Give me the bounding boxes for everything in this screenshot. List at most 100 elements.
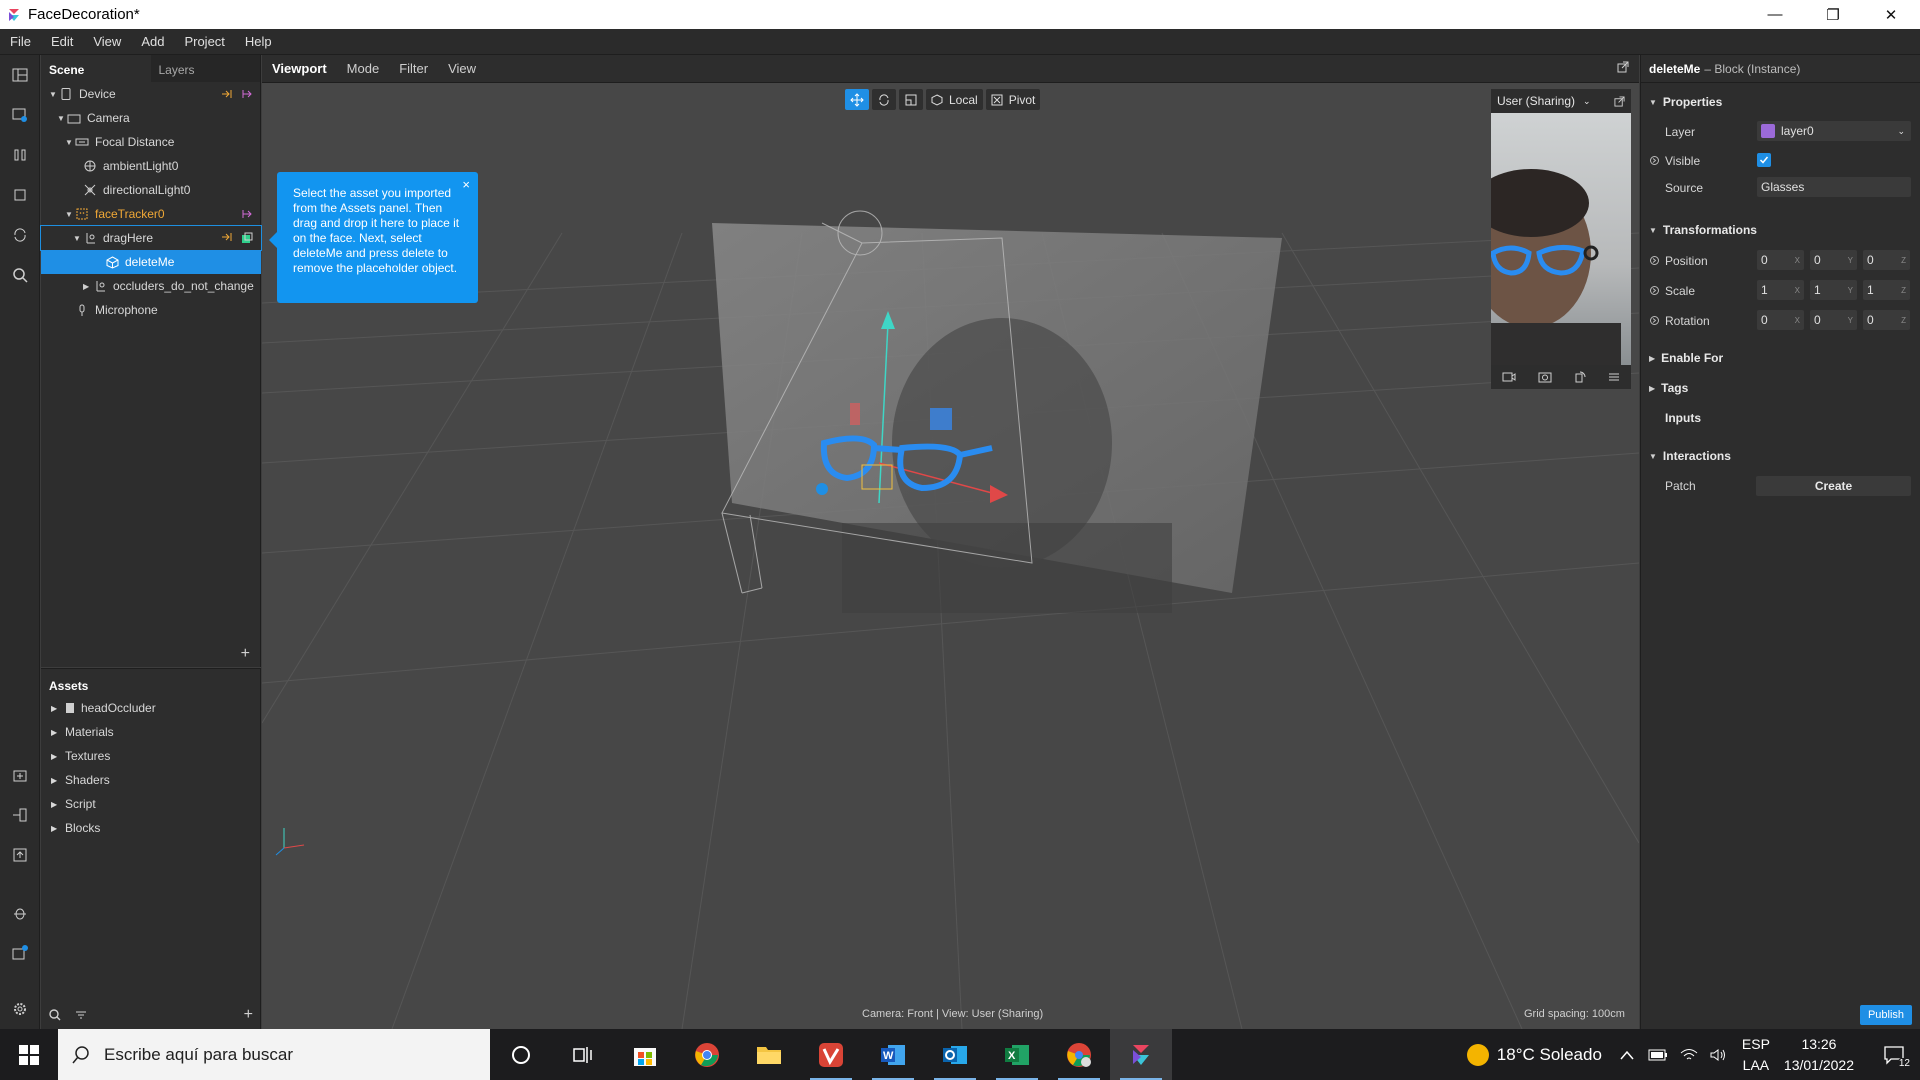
tab-layers[interactable]: Layers <box>150 55 260 82</box>
task-view-button[interactable] <box>552 1029 614 1080</box>
filter-icon[interactable] <box>75 1010 87 1020</box>
send-to-device-icon[interactable] <box>10 805 30 825</box>
scale-x-field[interactable]: 1X <box>1757 280 1804 300</box>
wifi-icon[interactable] <box>1680 1048 1698 1062</box>
clock[interactable]: 13:26 13/01/2022 <box>1784 1034 1854 1076</box>
popout-icon[interactable] <box>1617 61 1629 73</box>
weather-widget[interactable]: 18°C Soleado <box>1466 1043 1602 1066</box>
scene-icon[interactable] <box>10 105 30 125</box>
visible-checkbox[interactable] <box>1757 153 1771 167</box>
chevron-up-icon[interactable] <box>1620 1050 1634 1060</box>
search-icon[interactable] <box>10 265 30 285</box>
publish-button[interactable]: Publish <box>1860 1005 1912 1025</box>
tab-mode[interactable]: Mode <box>337 61 390 76</box>
menu-add[interactable]: Add <box>131 34 174 49</box>
connect-arrow-icon[interactable] <box>1649 315 1659 325</box>
caret-down-icon[interactable]: ▼ <box>57 114 67 123</box>
asset-item-textures[interactable]: ▶ Textures <box>41 744 261 768</box>
upload-icon[interactable] <box>10 845 30 865</box>
scale-z-field[interactable]: 1Z <box>1863 280 1910 300</box>
section-inputs[interactable]: Inputs <box>1665 411 1701 425</box>
connect-arrow-icon[interactable] <box>1649 285 1659 295</box>
tab-view[interactable]: View <box>438 61 486 76</box>
asset-item-head-occluder[interactable]: ▶ headOccluder <box>41 696 261 720</box>
caret-down-icon[interactable]: ▼ <box>65 210 75 219</box>
settings-gear-icon[interactable] <box>10 999 30 1019</box>
battery-icon[interactable] <box>1648 1049 1668 1061</box>
output-icon[interactable] <box>241 209 253 219</box>
block-link-icon[interactable] <box>241 232 253 244</box>
caret-down-icon[interactable]: ▼ <box>73 234 83 243</box>
section-properties[interactable]: ▼ Properties <box>1649 95 1722 109</box>
connect-arrow-icon[interactable] <box>1649 155 1659 165</box>
asset-item-blocks[interactable]: ▶ Blocks <box>41 816 261 840</box>
add-asset-button[interactable]: + <box>244 1006 253 1024</box>
caret-right-icon[interactable]: ▶ <box>51 728 65 737</box>
tab-viewport[interactable]: Viewport <box>262 61 337 76</box>
position-x-field[interactable]: 0X <box>1757 250 1804 270</box>
caret-right-icon[interactable]: ▶ <box>83 282 93 291</box>
tree-item-focal-distance[interactable]: ▼ Focal Distance <box>41 130 261 154</box>
section-interactions[interactable]: ▼ Interactions <box>1649 449 1731 463</box>
rotate-tool-button[interactable] <box>872 89 896 110</box>
bug-icon[interactable] <box>10 903 30 923</box>
maximize-button[interactable]: ❐ <box>1804 0 1862 29</box>
rotate-device-icon[interactable] <box>1574 371 1586 383</box>
scale-tool-button[interactable] <box>899 89 923 110</box>
close-button[interactable]: ✕ <box>1862 0 1920 29</box>
refresh-icon[interactable] <box>10 225 30 245</box>
position-z-field[interactable]: 0Z <box>1863 250 1910 270</box>
layout-icon[interactable] <box>10 65 30 85</box>
pivot-toggle-button[interactable]: Pivot <box>985 89 1041 110</box>
rotation-x-field[interactable]: 0X <box>1757 310 1804 330</box>
preview-view-select[interactable]: User (Sharing) <box>1497 94 1575 108</box>
vivaldi-button[interactable] <box>800 1029 862 1080</box>
create-patch-button[interactable]: Create <box>1756 476 1911 496</box>
tree-item-microphone[interactable]: Microphone <box>41 298 261 322</box>
section-transformations[interactable]: ▼ Transformations <box>1649 223 1757 237</box>
menu-icon[interactable] <box>1608 372 1620 382</box>
volume-icon[interactable] <box>1710 1048 1728 1062</box>
chrome-profile-button[interactable] <box>1048 1029 1110 1080</box>
screenshot-icon[interactable] <box>1538 371 1552 383</box>
console-icon[interactable] <box>10 943 30 963</box>
pause-icon[interactable] <box>10 145 30 165</box>
menu-edit[interactable]: Edit <box>41 34 83 49</box>
caret-down-icon[interactable]: ▼ <box>49 90 59 99</box>
scale-y-field[interactable]: 1Y <box>1810 280 1857 300</box>
position-y-field[interactable]: 0Y <box>1810 250 1857 270</box>
cortana-button[interactable] <box>490 1029 552 1080</box>
section-enable-for[interactable]: ▶ Enable For <box>1649 351 1723 365</box>
caret-right-icon[interactable]: ▶ <box>51 776 65 785</box>
outlook-button[interactable] <box>924 1029 986 1080</box>
move-tool-button[interactable] <box>845 89 869 110</box>
taskbar-search[interactable]: Escribe aquí para buscar <box>58 1029 490 1080</box>
local-toggle-button[interactable]: Local <box>926 89 983 110</box>
tree-item-drag-here[interactable]: ▼ dragHere <box>40 225 262 251</box>
rotation-z-field[interactable]: 0Z <box>1863 310 1910 330</box>
caret-right-icon[interactable]: ▶ <box>51 824 65 833</box>
section-tags[interactable]: ▶ Tags <box>1649 381 1688 395</box>
menu-help[interactable]: Help <box>235 34 282 49</box>
caret-right-icon[interactable]: ▶ <box>51 800 65 809</box>
language-indicator[interactable]: ESP LAA <box>1742 1034 1770 1076</box>
output-icon[interactable] <box>241 89 253 99</box>
tree-item-delete-me[interactable]: deleteMe <box>41 250 261 274</box>
menu-view[interactable]: View <box>83 34 131 49</box>
asset-item-script[interactable]: ▶ Script <box>41 792 261 816</box>
excel-button[interactable]: X <box>986 1029 1048 1080</box>
stop-icon[interactable] <box>10 185 30 205</box>
source-field[interactable]: Glasses <box>1757 177 1911 197</box>
menu-file[interactable]: File <box>0 34 41 49</box>
tree-item-face-tracker[interactable]: ▼ faceTracker0 <box>41 202 261 226</box>
caret-down-icon[interactable]: ▼ <box>65 138 75 147</box>
insert-icon[interactable] <box>221 232 233 242</box>
insert-icon[interactable] <box>221 89 233 99</box>
import-icon[interactable] <box>10 765 30 785</box>
file-explorer-button[interactable] <box>738 1029 800 1080</box>
video-camera-icon[interactable] <box>1502 371 1516 383</box>
tree-item-ambient-light[interactable]: ambientLight0 <box>41 154 261 178</box>
tree-item-occluders[interactable]: ▶ occluders_do_not_change <box>41 274 261 298</box>
tree-item-device[interactable]: ▼ Device <box>41 82 261 106</box>
start-button[interactable] <box>0 1029 58 1080</box>
